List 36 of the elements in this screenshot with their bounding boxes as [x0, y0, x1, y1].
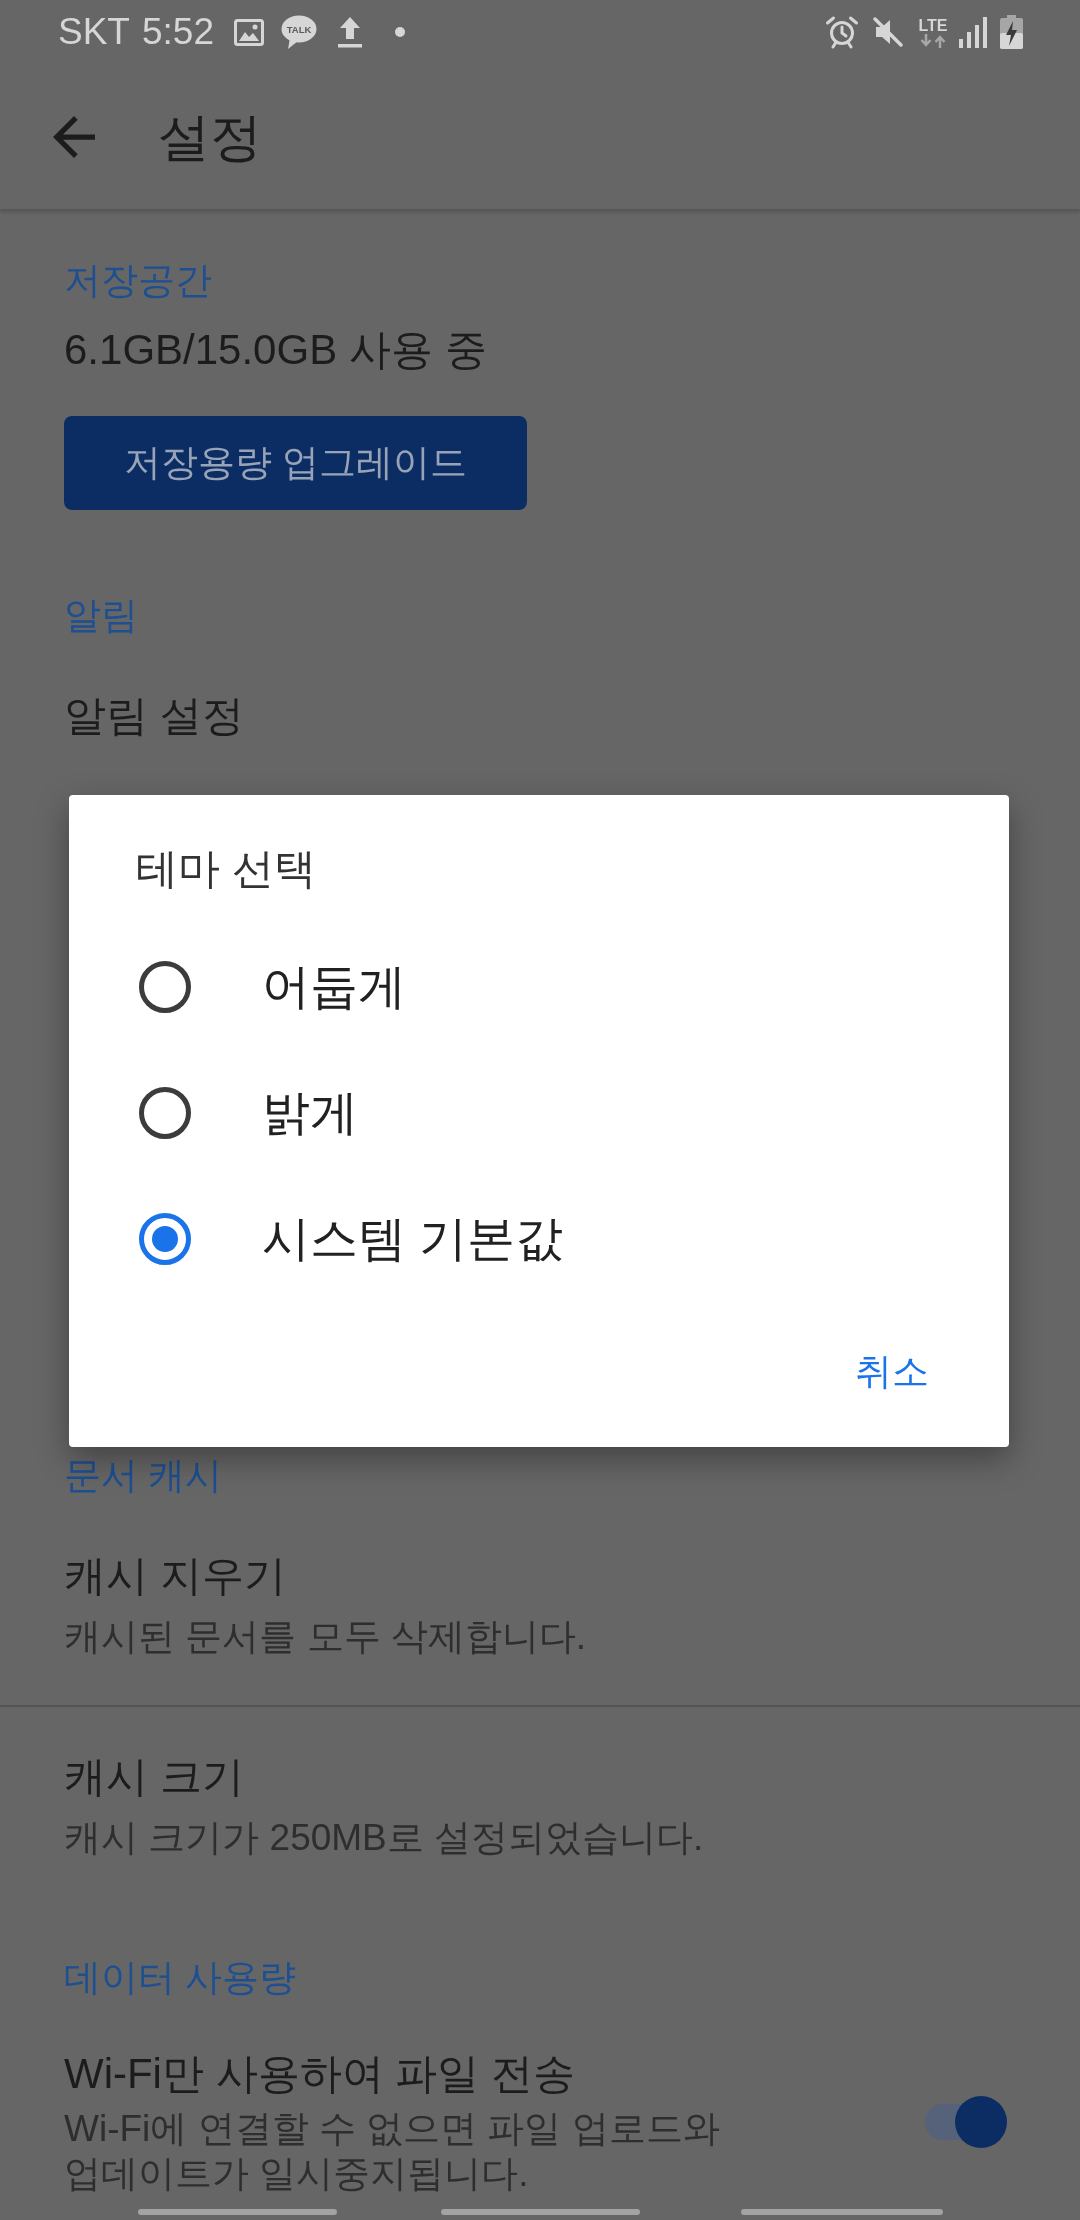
section-header: 알림: [63, 594, 139, 638]
setting-title[interactable]: 캐시 크기: [64, 1751, 1016, 1803]
clock-time: 5:52: [141, 10, 214, 54]
setting-description: 캐시 크기가 250MB로 설정되었습니다.: [64, 1816, 705, 1860]
page-title: 설정: [158, 106, 262, 167]
setting-title[interactable]: 캐시 지우기: [64, 1550, 1016, 1602]
setting-description: 캐시된 문서를 모두 삭제합니다.: [64, 1615, 588, 1659]
setting-title[interactable]: 알림 설정: [64, 690, 1016, 742]
theme-option[interactable]: 어둡게: [69, 924, 1009, 1050]
storage-usage-text: 6.1GB/15.0GB 사용 중: [63, 325, 488, 375]
toggle-switch[interactable]: [925, 2096, 1007, 2148]
signal-icon: [959, 16, 987, 48]
gesture-hint-bar[interactable]: [741, 2209, 943, 2215]
upload-icon: [337, 16, 363, 48]
network-type-label: LTE: [918, 16, 948, 34]
section-header: 저장공간: [63, 259, 213, 303]
dialog-title: 테마 선택: [135, 844, 317, 894]
section-header: 문서 캐시: [63, 1454, 224, 1498]
theme-option[interactable]: 밝게: [69, 1050, 1009, 1176]
setting-description: Wi-Fi에 연결할 수 없으면 파일 업로드와 업데이트가 일시중지됩니다.: [64, 2107, 721, 2196]
battery-charging-icon: [1000, 15, 1023, 49]
cancel-button[interactable]: 취소: [831, 1330, 953, 1414]
setting-title[interactable]: Wi-Fi만 사용하여 파일 전송: [64, 2048, 784, 2100]
alarm-clock-icon: [825, 15, 859, 49]
upgrade-storage-button[interactable]: 저장용량 업그레이드: [64, 416, 528, 510]
carrier-name: SKT: [58, 10, 130, 54]
dot-icon: [395, 27, 405, 37]
gesture-hint-bar[interactable]: [138, 2209, 337, 2215]
image-icon: [234, 18, 264, 46]
data-arrows-icon: [919, 33, 947, 48]
mute-icon: [872, 16, 904, 48]
theme-option[interactable]: 시스템 기본값: [69, 1176, 1009, 1302]
section-header: 데이터 사용량: [63, 1956, 298, 2000]
gesture-hint-bar[interactable]: [441, 2209, 640, 2215]
back-arrow-icon: [53, 115, 95, 158]
back-button[interactable]: [53, 115, 95, 158]
